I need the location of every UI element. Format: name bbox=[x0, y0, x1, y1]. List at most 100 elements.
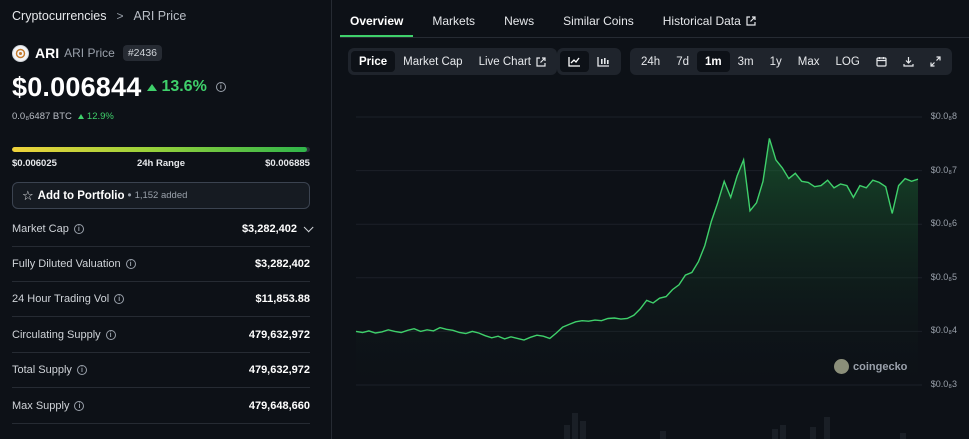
tab-overview[interactable]: Overview bbox=[339, 6, 414, 37]
download-icon bbox=[903, 57, 914, 67]
breadcrumb-current: ARI Price bbox=[133, 9, 187, 23]
calendar-icon bbox=[876, 57, 887, 67]
stat-fully-diluted-valuation: Fully Diluted Valuation i $3,282,402 bbox=[12, 247, 310, 282]
breadcrumb-separator: > bbox=[116, 9, 124, 23]
tab-historical-data-label: Historical Data bbox=[662, 14, 741, 28]
stat-value: $11,853.88 bbox=[255, 293, 310, 305]
range-labels: $0.006025 24h Range $0.006885 bbox=[12, 158, 310, 169]
fullscreen-button[interactable] bbox=[922, 51, 949, 72]
log-scale-toggle[interactable]: LOG bbox=[827, 51, 867, 72]
y-tick-label: $0.0₈6 bbox=[930, 218, 957, 229]
panel-divider bbox=[331, 0, 332, 439]
range-7d[interactable]: 7d bbox=[668, 51, 697, 72]
price-chart-svg bbox=[355, 116, 922, 439]
price-chart[interactable]: $0.0₈8 $0.0₈7 $0.0₈6 $0.0₈5 $0.0₈4 $0.0₈3 coi… bbox=[340, 96, 969, 439]
tabs-underline bbox=[340, 37, 969, 38]
add-to-portfolio-label: Add to Portfolio bbox=[37, 189, 125, 202]
line-chart-button[interactable] bbox=[560, 51, 589, 72]
chart-type-market-cap[interactable]: Market Cap bbox=[395, 51, 470, 72]
live-chart-label: Live Chart bbox=[478, 55, 531, 68]
up-triangle-icon bbox=[77, 114, 84, 119]
coingecko-watermark: coingecko bbox=[834, 359, 907, 374]
coingecko-logo-icon bbox=[834, 359, 849, 374]
current-price: $0.006844 bbox=[12, 71, 142, 102]
info-icon[interactable]: i bbox=[215, 82, 226, 92]
separator-dot: • bbox=[127, 189, 132, 202]
main-tabs: Overview Markets News Similar Coins Hist… bbox=[339, 6, 785, 37]
coin-name: ARI Price bbox=[64, 46, 115, 60]
stat-max-supply: Max Supply i 479,648,660 bbox=[12, 389, 310, 424]
info-icon[interactable]: i bbox=[76, 365, 87, 375]
y-tick-label: $0.0₈7 bbox=[930, 164, 957, 175]
stat-label: 24 Hour Trading Vol bbox=[12, 293, 110, 305]
range-1m[interactable]: 1m bbox=[696, 51, 730, 72]
info-icon[interactable]: i bbox=[73, 224, 84, 234]
stat-label: Max Supply bbox=[12, 400, 70, 412]
tab-similar-coins[interactable]: Similar Coins bbox=[563, 6, 634, 36]
watermark-text: coingecko bbox=[853, 360, 908, 373]
tab-news[interactable]: News bbox=[504, 6, 534, 36]
breadcrumb: Cryptocurrencies > ARI Price bbox=[12, 9, 186, 23]
stat-label: Total Supply bbox=[12, 364, 72, 376]
y-tick-label: $0.0₈3 bbox=[930, 379, 957, 389]
stat-value: 479,648,660 bbox=[248, 400, 310, 412]
tab-historical-data[interactable]: Historical Data bbox=[663, 6, 756, 36]
rank-badge: #2436 bbox=[122, 45, 163, 61]
chart-type-price[interactable]: Price bbox=[351, 51, 396, 72]
chart-type-toggle: Price Market Cap Live Chart bbox=[348, 48, 557, 75]
volume-bar bbox=[900, 433, 906, 439]
price-change-value: 13.6% bbox=[161, 78, 207, 95]
price-change: 13.6% bbox=[147, 78, 207, 96]
range-24h[interactable]: 24h bbox=[633, 51, 668, 72]
range-high: $0.006885 bbox=[265, 158, 310, 169]
download-button[interactable] bbox=[895, 51, 922, 72]
range-low: $0.006025 bbox=[12, 158, 57, 169]
stat-value: 479,632,972 bbox=[248, 329, 310, 341]
chart-type-live-chart[interactable]: Live Chart bbox=[471, 51, 554, 72]
y-tick-label: $0.0₈5 bbox=[930, 271, 957, 282]
stat-value: $3,282,402 bbox=[241, 223, 297, 235]
btc-change: 12.9% bbox=[77, 111, 114, 122]
volume-bar bbox=[564, 425, 570, 439]
stat-market-cap: Market Cap i $3,282,402 bbox=[12, 212, 314, 247]
range-1y[interactable]: 1y bbox=[762, 51, 790, 72]
info-icon[interactable]: i bbox=[114, 294, 125, 304]
tab-markets[interactable]: Markets bbox=[432, 6, 475, 36]
volume-bar bbox=[660, 431, 666, 439]
stat-label: Fully Diluted Valuation bbox=[12, 258, 121, 270]
range-3m[interactable]: 3m bbox=[730, 51, 762, 72]
chevron-down-icon[interactable] bbox=[303, 221, 314, 232]
add-to-portfolio-button[interactable]: ☆ Add to Portfolio • 1,152 added bbox=[12, 182, 310, 209]
calendar-button[interactable] bbox=[868, 51, 895, 72]
stat-label: Market Cap bbox=[12, 223, 69, 235]
range-label: 24h Range bbox=[136, 158, 186, 169]
y-tick-label: $0.0₈8 bbox=[930, 111, 957, 121]
range-max[interactable]: Max bbox=[790, 51, 828, 72]
stat-label: Circulating Supply bbox=[12, 329, 101, 341]
btc-change-value: 12.9% bbox=[86, 111, 114, 122]
btc-price-row: 0.0₈6487 BTC 12.9% bbox=[12, 111, 114, 122]
candlestick-chart-button[interactable] bbox=[589, 51, 618, 72]
chart-panel: Overview Markets News Similar Coins Hist… bbox=[339, 0, 969, 439]
star-icon: ☆ bbox=[22, 188, 34, 203]
stat-total-supply: Total Supply i 479,632,972 bbox=[12, 353, 310, 388]
breadcrumb-cryptocurrencies-link[interactable]: Cryptocurrencies bbox=[12, 9, 106, 23]
portfolio-added-count: 1,152 added bbox=[134, 190, 188, 201]
price-area bbox=[356, 138, 918, 385]
volume-bar bbox=[572, 413, 578, 439]
external-link-icon bbox=[746, 16, 756, 26]
volume-bar bbox=[780, 425, 786, 439]
info-icon[interactable]: i bbox=[125, 259, 136, 269]
stat-trading-volume: 24 Hour Trading Vol i $11,853.88 bbox=[12, 282, 310, 317]
btc-price: 0.0₈6487 BTC bbox=[12, 111, 72, 122]
external-link-icon bbox=[536, 56, 546, 67]
coin-summary-panel: Cryptocurrencies > ARI Price ARI ARI Pri… bbox=[0, 0, 322, 439]
range-bar-fill bbox=[12, 147, 308, 152]
volume-bar bbox=[810, 427, 816, 439]
volume-bar bbox=[580, 421, 586, 439]
info-icon[interactable]: i bbox=[74, 401, 85, 411]
price-row: $0.006844 13.6% i bbox=[12, 70, 226, 104]
coin-logo-icon bbox=[12, 44, 29, 62]
stat-value: 479,632,972 bbox=[248, 364, 310, 376]
info-icon[interactable]: i bbox=[105, 330, 116, 340]
